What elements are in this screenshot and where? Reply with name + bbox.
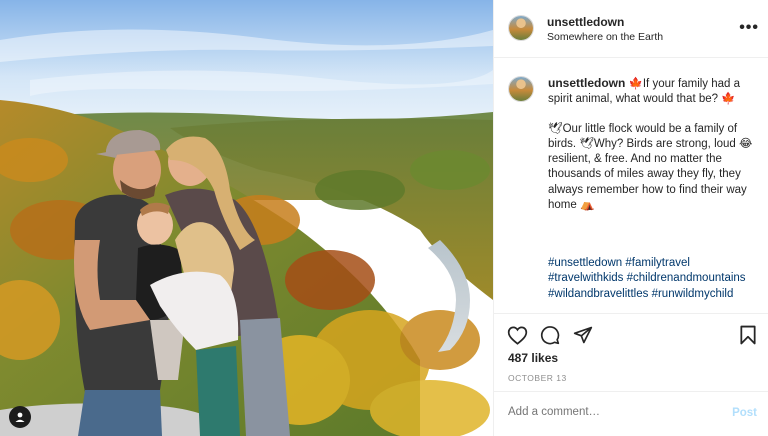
header-location[interactable]: Somewhere on the Earth <box>547 31 663 43</box>
save-button[interactable] <box>737 324 759 346</box>
tagged-users-button[interactable] <box>9 406 31 428</box>
user-tag-icon <box>15 412 25 422</box>
like-button[interactable] <box>506 324 528 346</box>
hashtag-list: #unsettledown #familytravel #travelwithk… <box>548 256 764 302</box>
family-canyon-photo <box>0 0 493 436</box>
comment-form: Post <box>494 391 768 436</box>
more-options-button[interactable]: ••• <box>739 20 759 36</box>
caption-first-paragraph: unsettledown 🍁If your family had a spiri… <box>548 76 764 108</box>
caption-username[interactable]: unsettledown <box>548 76 625 90</box>
caption: unsettledown 🍁If your family had a spiri… <box>548 76 764 213</box>
hashtag-link[interactable]: #wildandbravelittles <box>548 288 648 300</box>
hashtag-link[interactable]: #childrenandmountains <box>627 272 746 284</box>
post-side-panel: unsettledown Somewhere on the Earth ••• … <box>493 0 768 436</box>
post-photo[interactable] <box>0 0 493 436</box>
comment-button[interactable] <box>539 324 561 346</box>
hashtag-link[interactable]: #travelwithkids <box>548 272 623 284</box>
avatar[interactable] <box>508 15 534 41</box>
hashtag-link[interactable]: #runwildmychild <box>652 288 734 300</box>
caption-text-2: 🕊Our little flock would be a family of b… <box>548 122 753 212</box>
comment-input[interactable] <box>508 406 708 418</box>
post-comment-button[interactable]: Post <box>732 407 757 419</box>
hashtag-link[interactable]: #familytravel <box>625 257 690 269</box>
post-header: unsettledown Somewhere on the Earth ••• <box>494 0 768 58</box>
header-username[interactable]: unsettledown <box>547 15 624 29</box>
post-actions: 487 likes OCTOBER 13 <box>494 313 768 391</box>
share-button[interactable] <box>572 324 594 346</box>
post-date[interactable]: OCTOBER 13 <box>508 373 567 383</box>
heart-icon <box>507 326 527 345</box>
bookmark-icon <box>740 325 756 345</box>
hashtag-link[interactable]: #unsettledown <box>548 257 622 269</box>
comment-icon <box>540 326 560 345</box>
share-icon <box>573 326 593 344</box>
caption-avatar[interactable] <box>508 76 534 102</box>
likes-count[interactable]: 487 likes <box>508 351 558 365</box>
